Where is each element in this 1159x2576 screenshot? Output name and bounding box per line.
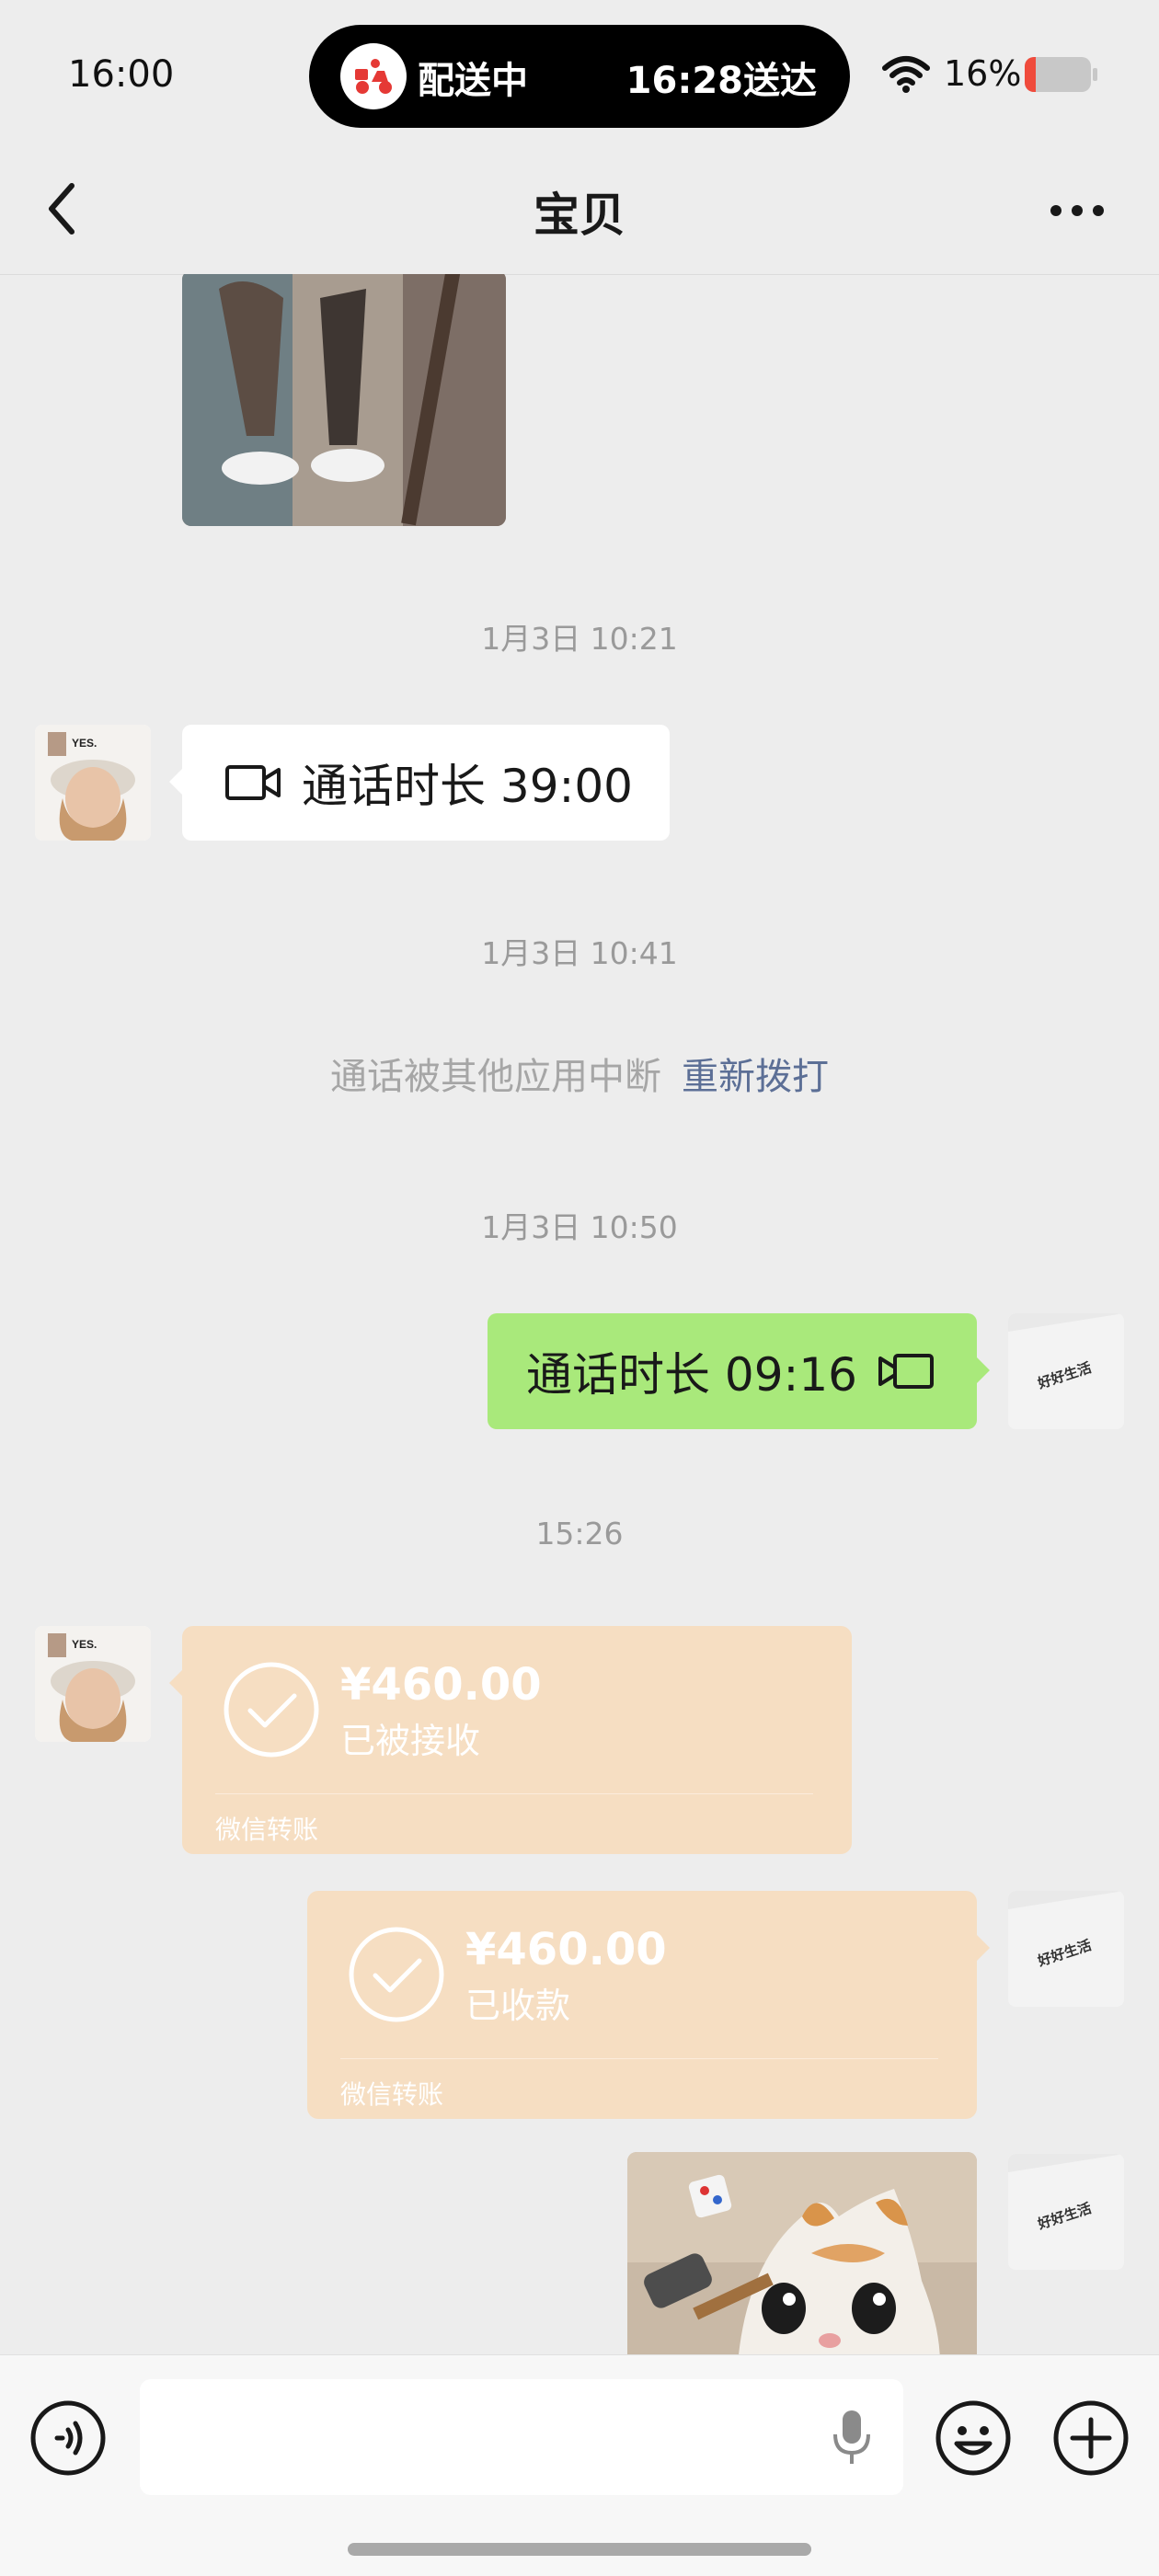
- avatar-paper-image: 好好生活: [1008, 1313, 1124, 1429]
- timestamp: 15:26: [535, 1516, 624, 1551]
- video-call-icon: [878, 1354, 934, 1389]
- received-transfer-card[interactable]: ¥460.00 已被接收 微信转账: [182, 1626, 852, 1854]
- nav-bar: 宝贝: [0, 147, 1159, 275]
- voice-input-icon[interactable]: [29, 2399, 107, 2477]
- svg-text:YES.: YES.: [72, 737, 97, 750]
- transfer-label: 微信转账: [340, 2079, 444, 2110]
- home-indicator: [348, 2543, 811, 2556]
- call-interrupted-text: 通话被其他应用中断: [330, 1056, 661, 1098]
- video-call-icon: [225, 765, 281, 800]
- check-circle-icon: [349, 1927, 444, 2022]
- my-avatar[interactable]: 好好生活: [1008, 2154, 1124, 2270]
- my-avatar[interactable]: 好好生活: [1008, 1313, 1124, 1429]
- battery-icon: [1025, 57, 1097, 92]
- dynamic-island-delivery[interactable]: 配送中 16:28送达: [309, 25, 850, 128]
- avatar-paper-image: 好好生活: [1008, 1891, 1124, 2007]
- cat-photo: [627, 2152, 977, 2354]
- check-circle-icon: [224, 1662, 319, 1757]
- transfer-state: 已收款: [465, 1986, 571, 2026]
- chat-message-list[interactable]: 1月3日 10:21 YES. 通话时长 39:00 1月3日 10:41 通话…: [0, 274, 1159, 2354]
- transfer-amount: ¥460.00: [340, 1659, 542, 1711]
- delivery-eta: 16:28送达: [625, 60, 817, 102]
- avatar-photo: YES.: [35, 725, 151, 841]
- sent-call-bubble[interactable]: 通话时长 09:16: [488, 1313, 977, 1429]
- received-call-bubble[interactable]: 通话时长 39:00: [182, 725, 670, 841]
- transfer-state: 已被接收: [340, 1721, 481, 1761]
- transfer-label: 微信转账: [215, 1815, 319, 1845]
- my-avatar[interactable]: 好好生活: [1008, 1891, 1124, 2007]
- photo-placeholder: [182, 274, 506, 526]
- message-input[interactable]: [140, 2379, 903, 2495]
- redial-link[interactable]: 重新拨打: [682, 1056, 829, 1098]
- battery-percent: 16%: [944, 53, 1022, 94]
- timestamp: 1月3日 10:21: [481, 621, 678, 657]
- avatar-photo: YES.: [35, 1626, 151, 1742]
- wifi-icon: [882, 56, 930, 93]
- chat-input-bar: [0, 2354, 1159, 2576]
- contact-avatar[interactable]: YES.: [35, 1626, 151, 1742]
- timestamp: 1月3日 10:50: [481, 1209, 678, 1245]
- timestamp: 1月3日 10:41: [481, 935, 678, 971]
- chat-title: 宝贝: [534, 189, 625, 242]
- delivery-rider-icon: [340, 43, 407, 109]
- call-duration-text: 通话时长 09:16: [526, 1348, 857, 1402]
- call-duration-text: 通话时长 39:00: [302, 760, 633, 813]
- microphone-icon[interactable]: [832, 2409, 872, 2466]
- status-time: 16:00: [68, 53, 175, 96]
- transfer-amount: ¥460.00: [465, 1924, 667, 1975]
- plus-icon[interactable]: [1052, 2399, 1130, 2477]
- sent-transfer-card[interactable]: ¥460.00 已收款 微信转账: [307, 1891, 977, 2119]
- sent-cat-image[interactable]: [627, 2152, 977, 2354]
- avatar-paper-image: 好好生活: [1008, 2154, 1124, 2270]
- delivery-status: 配送中: [418, 60, 528, 102]
- contact-avatar[interactable]: YES.: [35, 725, 151, 841]
- svg-text:YES.: YES.: [72, 1638, 97, 1651]
- emoji-icon[interactable]: [935, 2399, 1012, 2477]
- received-photo[interactable]: [182, 274, 506, 526]
- more-dots-icon[interactable]: [1049, 197, 1106, 224]
- system-notice: 通话被其他应用中断 重新拨打: [0, 1047, 1159, 1100]
